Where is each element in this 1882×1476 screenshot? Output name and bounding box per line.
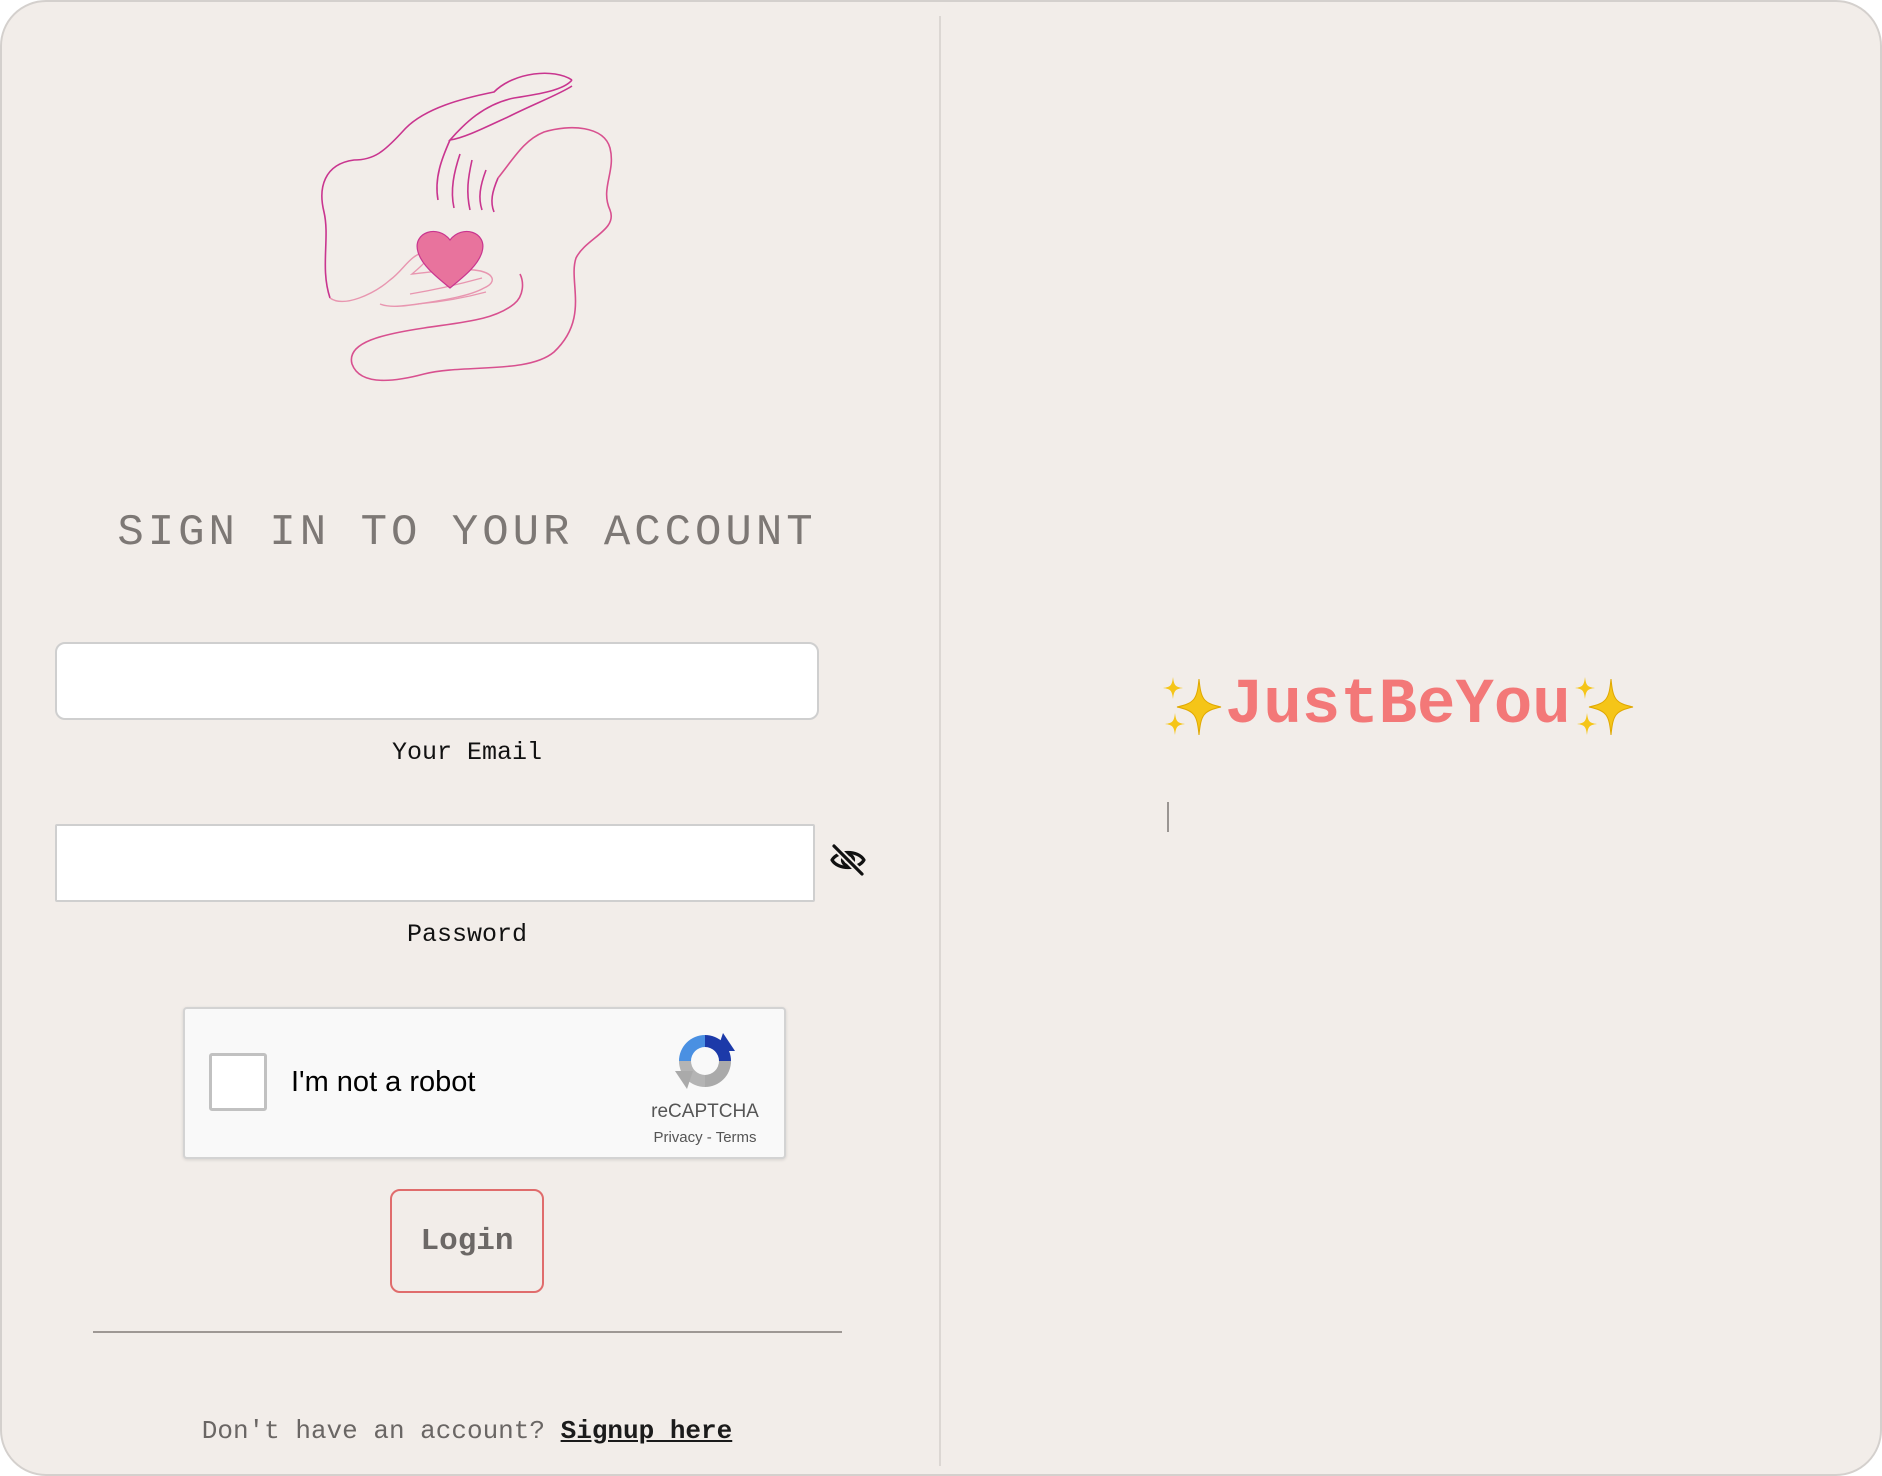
recaptcha-link-separator: - [702,1129,716,1146]
signup-prompt: Don't have an account? [201,1416,545,1446]
sparkles-icon [1159,673,1225,739]
email-label: Your Email [391,738,543,767]
recaptcha-checkbox[interactable] [209,1053,267,1111]
sparkles-icon [1571,673,1637,739]
login-card: SIGN IN TO YOUR ACCOUNT Your Email Passw… [0,0,1882,1476]
recaptcha-widget: I'm not a robot reCAPTCHA Privacy - Term… [183,1007,786,1159]
login-button[interactable]: Login [390,1189,544,1293]
signup-link[interactable]: Signup here [561,1416,733,1446]
password-label: Password [406,920,528,949]
hands-heart-logo [321,72,613,382]
brand-panel: JustBeYou [941,2,1880,1474]
brand-banner: JustBeYou [1159,670,1637,742]
recaptcha-label: I'm not a robot [291,1066,476,1098]
signup-prompt-row: Don't have an account? Signup here [2,1416,932,1446]
horizontal-divider [93,1331,842,1333]
brand-name: JustBeYou [1225,670,1571,742]
email-field[interactable] [55,642,819,720]
recaptcha-terms-link[interactable]: Terms [716,1129,757,1146]
password-field[interactable] [55,824,815,902]
typing-caret [1167,802,1169,832]
recaptcha-icon [675,1033,735,1089]
page-title: SIGN IN TO YOUR ACCOUNT [117,508,817,558]
recaptcha-brand: reCAPTCHA [651,1101,759,1122]
recaptcha-privacy-link[interactable]: Privacy [653,1129,702,1146]
login-panel: SIGN IN TO YOUR ACCOUNT Your Email Passw… [2,2,939,1474]
recaptcha-links: Privacy - Terms [625,1129,785,1146]
eye-slash-icon[interactable] [828,842,868,878]
